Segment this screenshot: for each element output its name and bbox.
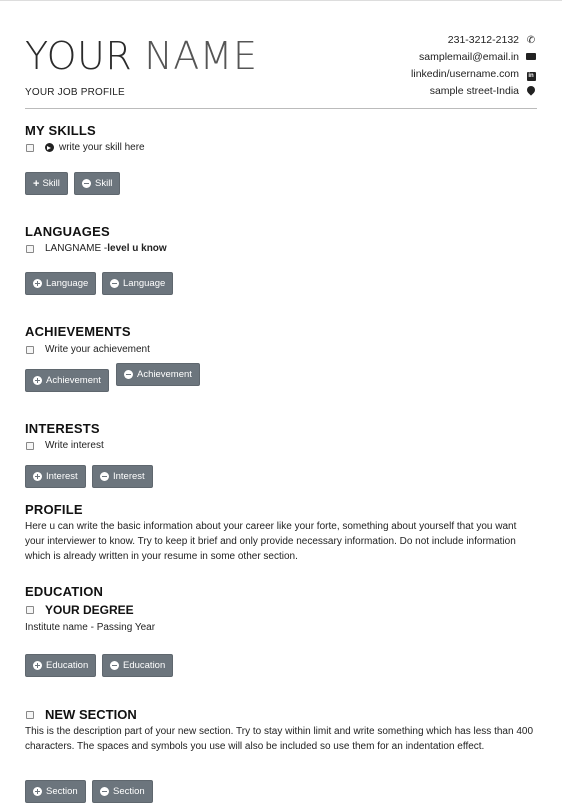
remove-skill-button[interactable]: Skill bbox=[74, 172, 121, 195]
add-section-button[interactable]: Section bbox=[25, 780, 86, 803]
minus-circle-icon bbox=[82, 179, 91, 188]
remove-achievement-label: Achievement bbox=[137, 369, 192, 380]
add-language-label: Language bbox=[46, 278, 89, 289]
degree-text[interactable]: YOUR DEGREE bbox=[45, 603, 134, 617]
phone-icon: ✆ bbox=[526, 35, 536, 46]
minus-circle-icon bbox=[100, 787, 109, 796]
new-section-text[interactable]: This is the description part of your new… bbox=[25, 724, 535, 754]
add-interest-button[interactable]: Interest bbox=[25, 465, 86, 488]
plus-circle-icon bbox=[33, 472, 42, 481]
add-education-label: Education bbox=[46, 660, 89, 671]
envelope-icon bbox=[525, 49, 537, 66]
contact-linkedin[interactable]: linkedin/username.com in bbox=[411, 66, 537, 83]
minus-circle-icon bbox=[110, 661, 119, 670]
achievement-checkbox[interactable] bbox=[26, 345, 34, 354]
minus-circle-icon bbox=[100, 472, 109, 481]
map-marker-icon bbox=[525, 83, 537, 100]
degree-checkbox[interactable] bbox=[26, 606, 34, 614]
add-interest-label: Interest bbox=[46, 471, 78, 482]
last-name[interactable]: NAME bbox=[144, 34, 257, 78]
achievements-title[interactable]: ACHIEVEMENTS bbox=[25, 324, 131, 339]
remove-section-button[interactable]: Section bbox=[92, 780, 153, 803]
contact-phone[interactable]: 231-3212-2132 ✆ bbox=[411, 32, 537, 49]
minus-circle-icon bbox=[110, 279, 119, 288]
achievement-item: Write your achievement bbox=[26, 344, 150, 355]
institute-text[interactable]: Institute name - Passing Year bbox=[25, 622, 155, 633]
new-section-row: NEW SECTION bbox=[26, 707, 137, 722]
skill-item: write your skill here bbox=[26, 142, 145, 153]
remove-language-label: Language bbox=[123, 278, 166, 289]
language-name[interactable]: LANGNAME - bbox=[45, 243, 107, 254]
degree-row: YOUR DEGREE bbox=[26, 603, 134, 617]
contact-email[interactable]: samplemail@email.in bbox=[411, 49, 537, 66]
first-name[interactable]: YOUR bbox=[25, 34, 132, 78]
resume-header: YOUR NAME YOUR JOB PROFILE 231-3212-2132 … bbox=[25, 32, 537, 108]
contact-block: 231-3212-2132 ✆ samplemail@email.in link… bbox=[411, 32, 537, 100]
contact-address[interactable]: sample street-India bbox=[411, 83, 537, 100]
language-item: LANGNAME - level u know bbox=[26, 243, 167, 254]
new-section-checkbox[interactable] bbox=[26, 710, 34, 719]
interest-checkbox[interactable] bbox=[26, 441, 34, 450]
remove-achievement-button[interactable]: Achievement bbox=[116, 363, 200, 386]
plus-circle-icon bbox=[33, 376, 42, 385]
minus-circle-icon bbox=[124, 370, 133, 379]
interest-item: Write interest bbox=[26, 440, 104, 451]
add-section-label: Section bbox=[46, 786, 78, 797]
linkedin-icon: in bbox=[526, 72, 536, 81]
remove-interest-label: Interest bbox=[113, 471, 145, 482]
address-text[interactable]: sample street-India bbox=[430, 83, 519, 100]
add-language-button[interactable]: Language bbox=[25, 272, 97, 295]
plus-icon: + bbox=[33, 177, 40, 190]
plus-circle-icon bbox=[33, 787, 42, 796]
profile-title[interactable]: PROFILE bbox=[25, 502, 83, 517]
interest-text[interactable]: Write interest bbox=[45, 440, 104, 451]
add-achievement-button[interactable]: Achievement bbox=[25, 369, 109, 392]
plus-circle-icon bbox=[33, 661, 42, 670]
plus-circle-icon bbox=[33, 279, 42, 288]
chevron-right-circle-icon bbox=[45, 143, 54, 152]
remove-skill-label: Skill bbox=[95, 178, 113, 189]
achievement-text[interactable]: Write your achievement bbox=[45, 344, 150, 355]
remove-language-button[interactable]: Language bbox=[102, 272, 174, 295]
remove-education-button[interactable]: Education bbox=[102, 654, 174, 677]
email-text[interactable]: samplemail@email.in bbox=[419, 49, 519, 66]
profile-text[interactable]: Here u can write the basic information a… bbox=[25, 519, 535, 564]
top-border bbox=[0, 0, 562, 1]
phone-text[interactable]: 231-3212-2132 bbox=[448, 32, 519, 49]
name-heading[interactable]: YOUR NAME bbox=[25, 34, 257, 78]
languages-title[interactable]: LANGUAGES bbox=[25, 224, 110, 239]
language-checkbox[interactable] bbox=[26, 244, 34, 253]
add-education-button[interactable]: Education bbox=[25, 654, 97, 677]
header-divider bbox=[25, 108, 537, 109]
institute-row: Institute name - Passing Year bbox=[25, 622, 155, 633]
remove-interest-button[interactable]: Interest bbox=[92, 465, 153, 488]
job-profile[interactable]: YOUR JOB PROFILE bbox=[25, 87, 125, 98]
linkedin-text[interactable]: linkedin/username.com bbox=[411, 66, 519, 83]
skills-title[interactable]: MY SKILLS bbox=[25, 123, 96, 138]
education-title[interactable]: EDUCATION bbox=[25, 584, 103, 599]
add-skill-label: Skill bbox=[42, 178, 60, 189]
add-achievement-label: Achievement bbox=[46, 375, 101, 386]
language-level[interactable]: level u know bbox=[107, 243, 166, 254]
skill-text[interactable]: write your skill here bbox=[59, 142, 145, 153]
remove-education-label: Education bbox=[123, 660, 166, 671]
new-section-title[interactable]: NEW SECTION bbox=[45, 707, 137, 722]
interests-title[interactable]: INTERESTS bbox=[25, 421, 100, 436]
remove-section-label: Section bbox=[113, 786, 145, 797]
add-skill-button[interactable]: + Skill bbox=[25, 172, 68, 195]
skill-checkbox[interactable] bbox=[26, 143, 34, 152]
